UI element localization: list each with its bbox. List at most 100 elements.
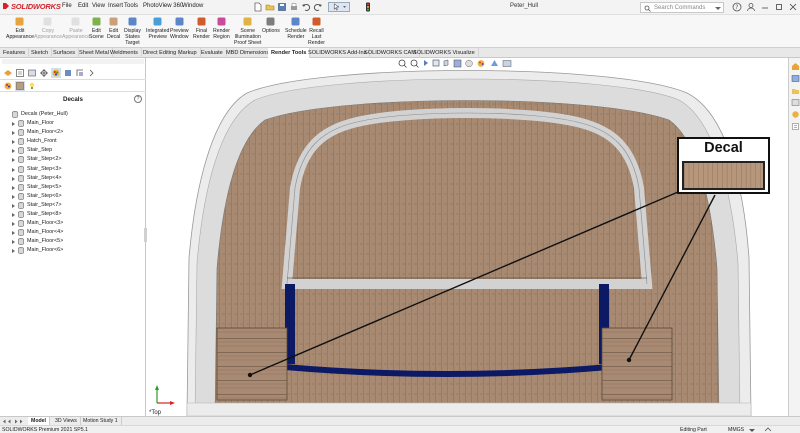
appearances-scenes-decals-icon[interactable]: [791, 110, 800, 119]
cmd-schedule-render-button[interactable]: Schedule Render: [285, 16, 307, 40]
cmd-recall-last-render-button[interactable]: Recall Last Render: [308, 16, 325, 46]
expand-arrow-icon[interactable]: [12, 131, 15, 136]
expand-arrow-icon[interactable]: [12, 240, 15, 245]
menu-view[interactable]: View: [92, 3, 105, 9]
expand-arrow-icon[interactable]: [12, 167, 15, 172]
view-tools-icons[interactable]: [397, 58, 547, 69]
user-account-icon[interactable]: [746, 2, 756, 12]
cmd-edit-scene-button[interactable]: Edit Scene: [89, 16, 104, 40]
expand-arrow-icon[interactable]: [12, 213, 15, 217]
graphics-area[interactable]: Decal *Top: [147, 58, 788, 416]
expand-arrow-icon[interactable]: [12, 176, 15, 181]
minimize-icon[interactable]: [760, 2, 770, 12]
expand-arrow-icon[interactable]: [12, 158, 15, 163]
decal-item-icon: [18, 201, 24, 209]
file-explorer-icon[interactable]: [791, 86, 800, 95]
cmd-copy-appearance-button[interactable]: Copy Appearance: [34, 16, 62, 40]
cam-tree-tab-icon[interactable]: [75, 68, 85, 78]
cmd-render-region-button[interactable]: Render Region: [213, 16, 230, 40]
tab-weldments[interactable]: Weldments: [107, 48, 142, 58]
bottom-tab-model[interactable]: Model: [28, 417, 50, 425]
property-manager-tab-icon[interactable]: [15, 68, 25, 78]
edit-appearance-icon: [15, 17, 24, 26]
decal-item-icon: [18, 229, 24, 237]
panel-help-icon[interactable]: ?: [134, 95, 142, 103]
new-document-icon[interactable]: [253, 2, 263, 12]
cmd-scene-illumination-button[interactable]: Scene Illumination Proof Sheet: [234, 16, 261, 46]
help-question-icon[interactable]: ?: [732, 2, 742, 12]
expand-arrow-icon[interactable]: [12, 140, 15, 145]
menu-tools[interactable]: Tools: [124, 3, 138, 9]
cmd-preview-window-button[interactable]: Preview Window: [170, 16, 188, 40]
decal-item-icon: [18, 247, 24, 255]
panel-filter-bar: [2, 59, 144, 64]
expand-arrow-icon[interactable]: [12, 122, 15, 126]
solidworks-logo[interactable]: SOLIDWORKS: [2, 2, 61, 13]
tree-item-label: Main_Floor<5>: [27, 238, 64, 245]
display-manager-tab-icon[interactable]: [51, 68, 61, 78]
rebuild-traffic-light-icon[interactable]: [363, 2, 373, 12]
units-dropdown-icon[interactable]: [748, 427, 756, 433]
cmd-integrated-preview-button[interactable]: Integrated Preview: [146, 16, 169, 40]
save-icon[interactable]: [277, 2, 287, 12]
cmd-options-button[interactable]: Options: [262, 16, 280, 34]
menu-file[interactable]: File: [62, 3, 72, 9]
expand-arrow-icon[interactable]: [12, 249, 15, 254]
decal-item-icon: [18, 174, 24, 182]
dimxpert-tab-icon[interactable]: [39, 68, 49, 78]
expand-arrow-icon[interactable]: [12, 231, 15, 236]
expand-arrow-icon[interactable]: [12, 149, 15, 154]
tab-solidworks-visualize[interactable]: SOLIDWORKS Visualize: [410, 48, 479, 58]
cmd-display-states-button[interactable]: Display States Target: [124, 16, 141, 46]
redo-icon[interactable]: [313, 2, 323, 12]
status-expand-icon[interactable]: [764, 427, 772, 433]
view-palette-icon[interactable]: [791, 98, 800, 107]
tab-surfaces[interactable]: Surfaces: [50, 48, 80, 58]
tab-sketch[interactable]: Sketch: [28, 48, 53, 58]
menu-photoview-360[interactable]: PhotoView 360: [143, 3, 183, 9]
tab-render-tools[interactable]: Render Tools: [268, 48, 311, 58]
close-icon[interactable]: [788, 2, 798, 12]
panel-expand-icon[interactable]: [87, 68, 97, 78]
expand-arrow-icon[interactable]: [12, 194, 15, 199]
menu-insert[interactable]: Insert: [108, 3, 123, 9]
undo-icon[interactable]: [301, 2, 311, 12]
tab-mbd-dimensions[interactable]: MBD Dimensions: [223, 48, 274, 58]
cam-tab-icon[interactable]: [63, 68, 73, 78]
cmd-label-line: Decal: [107, 34, 121, 40]
decal-item-icon: [18, 138, 24, 146]
decals-view-icon[interactable]: [15, 81, 25, 91]
integrated-preview-icon: [153, 17, 162, 26]
appearances-view-icon[interactable]: [3, 81, 13, 91]
tab-features[interactable]: Features: [0, 48, 30, 58]
cmd-edit-appearance-button[interactable]: Edit Appearance: [6, 16, 34, 40]
cmd-edit-decal-button[interactable]: Edit Decal: [107, 16, 120, 40]
print-icon[interactable]: [289, 2, 299, 12]
bottom-tab-3d-views[interactable]: 3D Views: [52, 417, 81, 425]
expand-arrow-icon[interactable]: [12, 203, 15, 208]
menu-edit[interactable]: Edit: [78, 3, 88, 9]
feature-manager-tab-icon[interactable]: [3, 68, 13, 78]
tab-scroll-arrows-icon[interactable]: [2, 418, 26, 425]
cmd-paste-appearance-button[interactable]: Paste Appearance: [62, 16, 90, 40]
cmd-label-line: Appearance: [34, 34, 62, 40]
bottom-tab-motion-study-1[interactable]: Motion Study 1: [80, 417, 122, 425]
decal-callout-label: Decal: [704, 140, 743, 156]
menu-window[interactable]: Window: [182, 3, 203, 9]
scene-lights-cameras-view-icon[interactable]: [27, 81, 37, 91]
expand-arrow-icon[interactable]: [12, 185, 15, 190]
tab-markup[interactable]: Markup: [175, 48, 201, 58]
select-tool-icon[interactable]: [328, 2, 350, 12]
design-library-icon[interactable]: [791, 74, 800, 83]
title-bar: SOLIDWORKS File Edit View Insert Tools PhotoV…: [0, 0, 800, 15]
open-folder-icon[interactable]: [265, 2, 275, 12]
search-commands-input[interactable]: Search Commands: [640, 2, 724, 13]
tree-item-label: Hatch_Front: [27, 138, 57, 145]
restore-icon[interactable]: [774, 2, 784, 12]
cmd-final-render-button[interactable]: Final Render: [193, 16, 210, 40]
solidworks-resources-icon[interactable]: [791, 62, 800, 71]
status-units[interactable]: MMGS: [728, 427, 744, 433]
custom-properties-icon[interactable]: [791, 122, 800, 131]
expand-arrow-icon[interactable]: [12, 222, 15, 227]
configuration-manager-tab-icon[interactable]: [27, 68, 37, 78]
